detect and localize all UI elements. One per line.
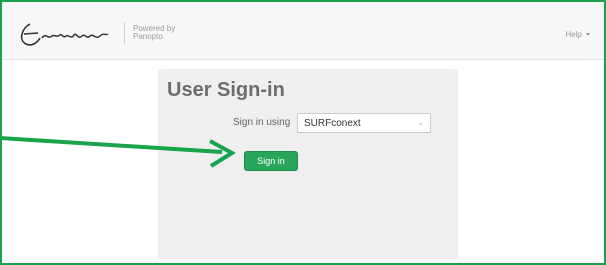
help-menu[interactable]: Help <box>565 30 590 39</box>
chevron-down-icon: ⌄ <box>417 118 424 127</box>
provider-select[interactable]: SURFconext ⌄ <box>297 113 431 133</box>
help-label: Help <box>565 30 582 39</box>
panel-title: User Sign-in <box>167 79 285 101</box>
erasmus-logo-icon <box>20 23 109 46</box>
sign-in-button[interactable]: Sign in <box>244 151 298 171</box>
browser-frame: Powered by Panopto Help User Sign-in Sig… <box>0 0 606 265</box>
top-navbar: Powered by Panopto Help <box>2 2 604 60</box>
provider-selected-value: SURFconext <box>304 118 361 129</box>
panopto-label: Panopto <box>133 32 163 41</box>
erasmus-logo[interactable] <box>16 14 120 54</box>
sign-in-panel: User Sign-in Sign in using SURFconext ⌄ … <box>158 69 458 259</box>
powered-by-panopto[interactable]: Powered by Panopto <box>133 25 175 41</box>
caret-down-icon <box>586 33 590 37</box>
main-content: User Sign-in Sign in using SURFconext ⌄ … <box>2 60 604 263</box>
sign-in-using-label: Sign in using <box>233 117 291 128</box>
header-divider <box>124 22 125 44</box>
